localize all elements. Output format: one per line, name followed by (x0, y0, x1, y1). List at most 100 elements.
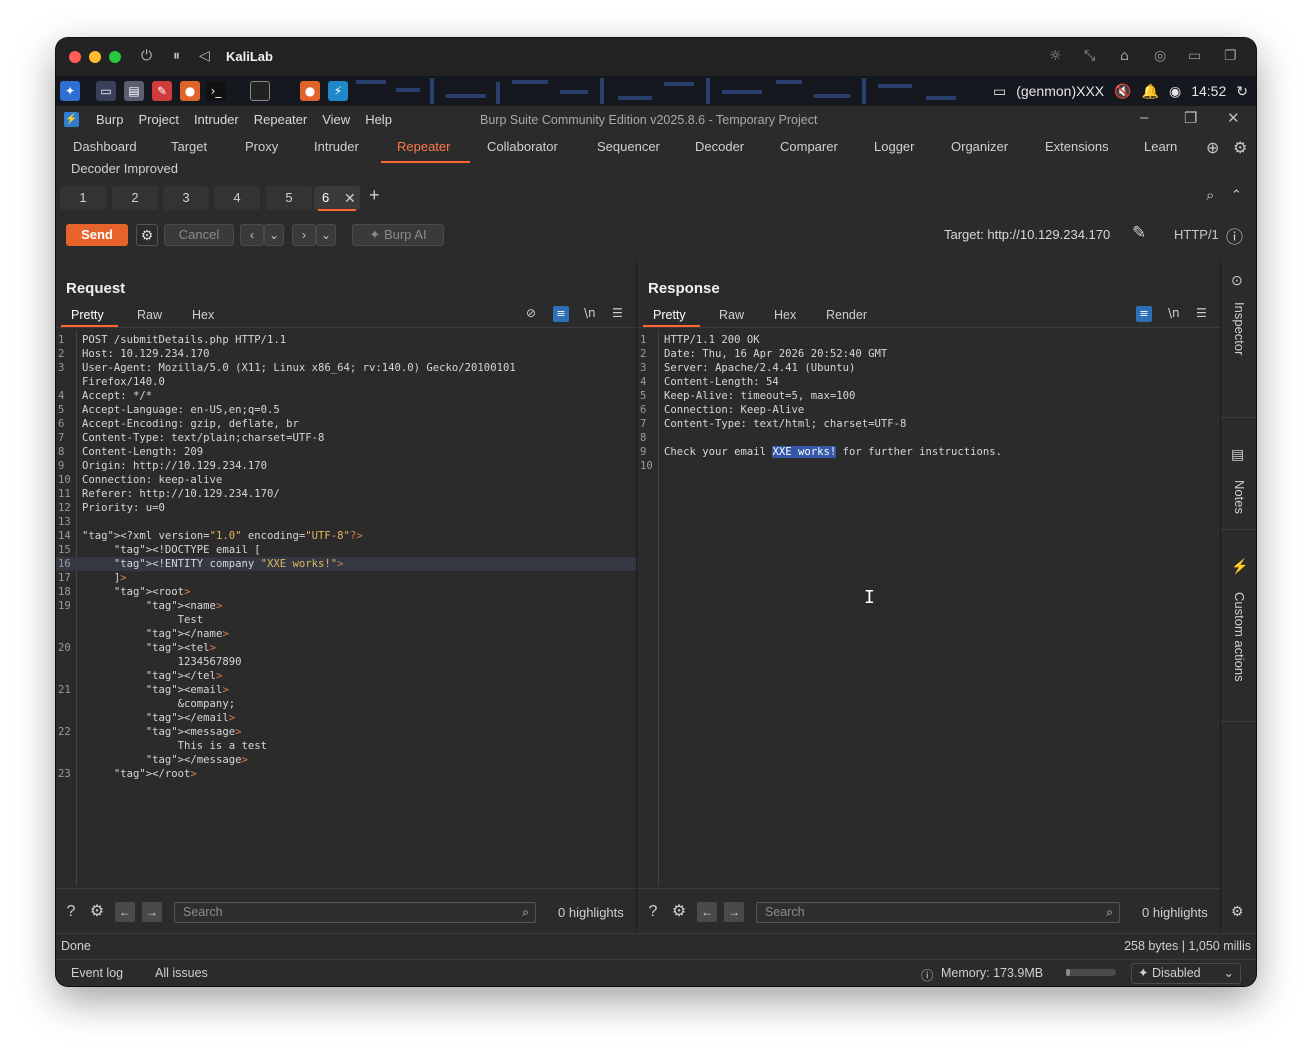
edit-target-pencil-icon[interactable]: ✎ (1132, 223, 1146, 243)
terminal-icon[interactable]: ›_ (206, 81, 226, 101)
burp-task-icon[interactable]: ⚡ (328, 81, 348, 101)
response-tab-hex[interactable]: Hex (774, 308, 796, 322)
pause-icon[interactable]: ⏸ (173, 48, 180, 64)
word-wrap-icon[interactable]: ≡ (553, 306, 569, 322)
workspace-1[interactable] (250, 81, 270, 101)
next-match-arrow-icon[interactable]: → (142, 902, 162, 922)
forward-history-chevron-icon[interactable]: ⌄ (316, 224, 336, 246)
tab-sequencer[interactable]: Sequencer (597, 139, 660, 159)
forward-button[interactable]: › (292, 224, 316, 246)
help-icon[interactable]: ⓘ (1226, 223, 1243, 248)
request-tab-pretty[interactable]: Pretty (61, 308, 118, 327)
repeater-tab-4[interactable]: 4 (214, 186, 260, 210)
tab-decoder[interactable]: Decoder (695, 139, 744, 159)
response-tab-pretty[interactable]: Pretty (643, 308, 700, 327)
hide-eye-icon[interactable]: ⊘ (526, 306, 536, 320)
maximize-icon[interactable]: ❐ (1184, 109, 1197, 127)
power-manager-icon[interactable]: ◉ (1169, 83, 1181, 100)
power-icon[interactable]: ⏻ (141, 48, 152, 64)
refresh-icon[interactable]: ↻ (1236, 83, 1248, 100)
tab-organizer[interactable]: Organizer (951, 139, 1008, 159)
tab-comparer[interactable]: Comparer (780, 139, 838, 159)
word-wrap-icon[interactable]: ≡ (1136, 306, 1152, 322)
tab-proxy[interactable]: Proxy (245, 139, 278, 159)
event-log-button[interactable]: Event log (71, 966, 123, 980)
brightness-icon[interactable]: ☼ (1049, 48, 1062, 64)
back-history-chevron-icon[interactable]: ⌄ (264, 224, 284, 246)
request-tab-raw[interactable]: Raw (137, 308, 162, 322)
firefox-icon[interactable]: ● (180, 81, 200, 101)
repeater-tab-6[interactable]: 6 ✕ (314, 186, 360, 211)
resize-icon[interactable]: ⤡ (1084, 48, 1095, 64)
repeater-tab-2[interactable]: 2 (112, 186, 158, 210)
newline-icon[interactable]: \n (1168, 306, 1180, 320)
sidebar-settings-gear-icon[interactable]: ⚙ (1231, 903, 1244, 920)
help-icon[interactable]: ? (61, 902, 81, 922)
mute-icon[interactable]: 🔇 (1114, 83, 1131, 100)
response-editor[interactable]: 1 HTTP/1.1 200 OK 2 Date: Thu, 16 Apr 2026 … (638, 330, 1220, 886)
chevron-up-icon[interactable]: ⌃ (1231, 187, 1242, 203)
network-icon[interactable]: ◎ (1154, 48, 1166, 64)
tab-collaborator[interactable]: Collaborator (487, 139, 558, 159)
folder-icon[interactable]: ▭ (1188, 48, 1201, 64)
inspector-section[interactable]: ⊙ Inspector (1221, 258, 1256, 418)
globe-icon[interactable]: ⊕ (1206, 138, 1219, 158)
send-settings-gear-icon[interactable]: ⚙ (136, 224, 158, 246)
tab-intruder[interactable]: Intruder (314, 139, 359, 159)
menu-view[interactable]: View (322, 112, 350, 127)
tab-dashboard[interactable]: Dashboard (73, 139, 137, 159)
next-match-arrow-icon[interactable]: → (724, 902, 744, 922)
search-settings-gear-icon[interactable]: ⚙ (669, 902, 689, 922)
tab-target[interactable]: Target (171, 139, 207, 159)
text-editor-icon[interactable]: ✎ (152, 81, 172, 101)
menu-icon[interactable]: ☰ (612, 306, 623, 320)
request-tab-hex[interactable]: Hex (192, 308, 214, 322)
minimize-window-button[interactable] (89, 51, 101, 63)
minimize-icon[interactable]: – (1140, 109, 1148, 126)
all-issues-button[interactable]: All issues (155, 966, 208, 980)
menu-icon[interactable]: ☰ (1196, 306, 1207, 320)
add-tab-icon[interactable]: + (369, 185, 380, 206)
response-search-input[interactable]: Search ⌕ (756, 902, 1120, 923)
zoom-window-button[interactable] (109, 51, 121, 63)
close-icon[interactable]: ✕ (1227, 109, 1240, 127)
repeater-tab-3[interactable]: 3 (163, 186, 209, 210)
firefox-task-icon[interactable]: ● (300, 81, 320, 101)
request-search-input[interactable]: Search ⌕ (174, 902, 536, 923)
menu-intruder[interactable]: Intruder (194, 112, 239, 127)
close-window-button[interactable] (69, 51, 81, 63)
previous-match-arrow-icon[interactable]: ← (697, 902, 717, 922)
desktop-icon[interactable]: ▭ (96, 81, 116, 101)
menu-burp[interactable]: Burp (96, 112, 123, 127)
response-tab-render[interactable]: Render (826, 308, 867, 322)
tab-learn[interactable]: Learn (1144, 139, 1177, 159)
newline-icon[interactable]: \n (584, 306, 596, 320)
repeater-tab-5[interactable]: 5 (266, 186, 312, 210)
ai-status-dropdown[interactable]: ✦ Disabled ⌄ (1131, 963, 1241, 984)
help-icon[interactable]: ? (643, 902, 663, 922)
close-tab-icon[interactable]: ✕ (344, 186, 356, 210)
menu-repeater[interactable]: Repeater (254, 112, 307, 127)
tab-decoder-improved[interactable]: Decoder Improved (71, 161, 178, 176)
search-settings-gear-icon[interactable]: ⚙ (87, 902, 107, 922)
menu-project[interactable]: Project (138, 112, 178, 127)
notes-section[interactable]: ▤ Notes (1221, 418, 1256, 530)
custom-actions-section[interactable]: ⚡ Custom actions (1221, 530, 1256, 722)
tab-repeater[interactable]: Repeater (380, 139, 472, 163)
notification-icon[interactable]: 🔔 (1142, 83, 1159, 100)
back-icon[interactable]: ◁ (199, 48, 210, 64)
clock[interactable]: 14:52 (1191, 83, 1226, 99)
repeater-tab-1[interactable]: 1 (60, 186, 106, 210)
windows-icon[interactable]: ❐ (1224, 48, 1237, 64)
response-tab-raw[interactable]: Raw (719, 308, 744, 322)
cancel-button[interactable]: Cancel (164, 224, 234, 246)
menu-help[interactable]: Help (365, 112, 392, 127)
usb-icon[interactable]: ⌂ (1120, 48, 1129, 64)
settings-gear-icon[interactable]: ⚙ (1233, 138, 1247, 158)
request-editor[interactable]: 1 POST /submitDetails.php HTTP/1.1 2 Host: … (56, 330, 636, 886)
search-icon[interactable]: ⌕ (1206, 187, 1214, 204)
http-version[interactable]: HTTP/1 (1174, 227, 1219, 242)
files-icon[interactable]: ▤ (124, 81, 144, 101)
tab-extensions[interactable]: Extensions (1045, 139, 1109, 159)
tab-logger[interactable]: Logger (874, 139, 914, 159)
